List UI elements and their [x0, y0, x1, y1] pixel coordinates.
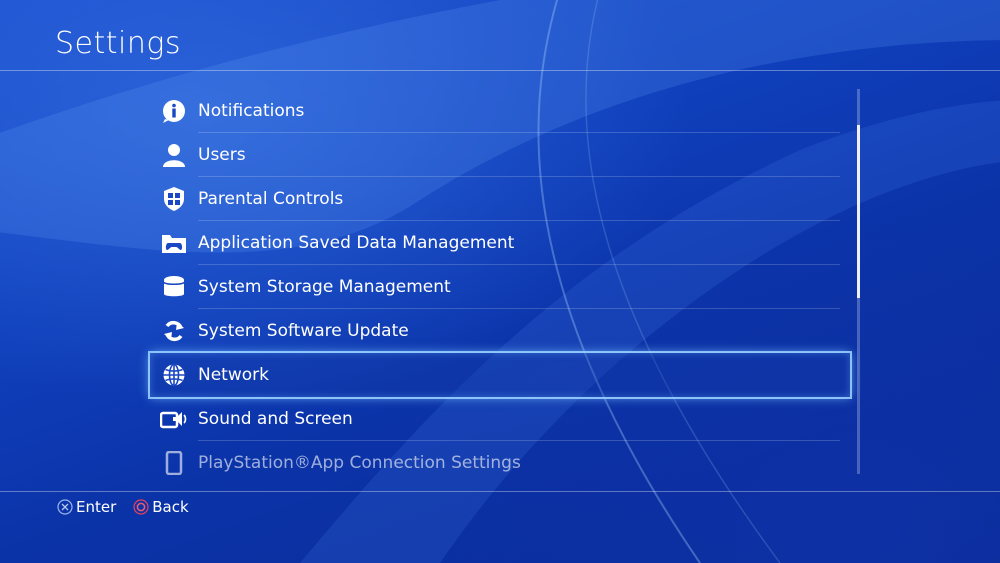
- header-divider: [0, 70, 1000, 71]
- menu-item-system-software-update[interactable]: System Software Update: [150, 309, 850, 353]
- menu-item-sound-and-screen[interactable]: Sound and Screen: [150, 397, 850, 441]
- refresh-icon: [150, 309, 198, 353]
- menu-item-system-storage[interactable]: System Storage Management: [150, 265, 850, 309]
- enter-label: Enter: [76, 498, 117, 516]
- menu-item-label: Parental Controls: [198, 189, 344, 209]
- back-label: Back: [152, 498, 189, 516]
- scrollbar-thumb[interactable]: [857, 124, 860, 299]
- screen-sound-icon: [150, 397, 198, 441]
- settings-menu-list: Notifications Users Parental Controls Ap…: [148, 89, 852, 485]
- user-icon: [150, 133, 198, 177]
- footer-divider: [0, 491, 1000, 492]
- info-icon: [150, 89, 198, 133]
- menu-item-notifications[interactable]: Notifications: [150, 89, 850, 133]
- globe-icon: [150, 353, 198, 397]
- menu-item-label: System Storage Management: [198, 277, 451, 297]
- parental-shield-icon: [150, 177, 198, 221]
- menu-item-application-saved-data[interactable]: Application Saved Data Management: [150, 221, 850, 265]
- menu-item-label: System Software Update: [198, 321, 409, 341]
- menu-item-label: Notifications: [198, 101, 305, 121]
- menu-item-label: Application Saved Data Management: [198, 233, 515, 253]
- menu-item-users[interactable]: Users: [150, 133, 850, 177]
- button-hints: Enter Back: [57, 498, 189, 516]
- phone-icon: [150, 441, 198, 485]
- controller-folder-icon: [150, 221, 198, 265]
- storage-cylinder-icon: [150, 265, 198, 309]
- page-title: Settings: [55, 26, 182, 61]
- scrollbar[interactable]: [857, 89, 860, 474]
- circle-button-icon: [133, 499, 149, 515]
- menu-item-network[interactable]: Network: [148, 351, 852, 399]
- menu-item-label: Sound and Screen: [198, 409, 353, 429]
- menu-item-parental-controls[interactable]: Parental Controls: [150, 177, 850, 221]
- menu-item-playstation-app-connection[interactable]: PlayStation®App Connection Settings: [150, 441, 850, 485]
- menu-item-label: Users: [198, 145, 246, 165]
- cross-button-icon: [57, 499, 73, 515]
- enter-hint[interactable]: Enter: [57, 498, 117, 516]
- back-hint[interactable]: Back: [133, 498, 189, 516]
- menu-item-label: Network: [198, 365, 269, 385]
- menu-item-label: PlayStation®App Connection Settings: [198, 453, 521, 473]
